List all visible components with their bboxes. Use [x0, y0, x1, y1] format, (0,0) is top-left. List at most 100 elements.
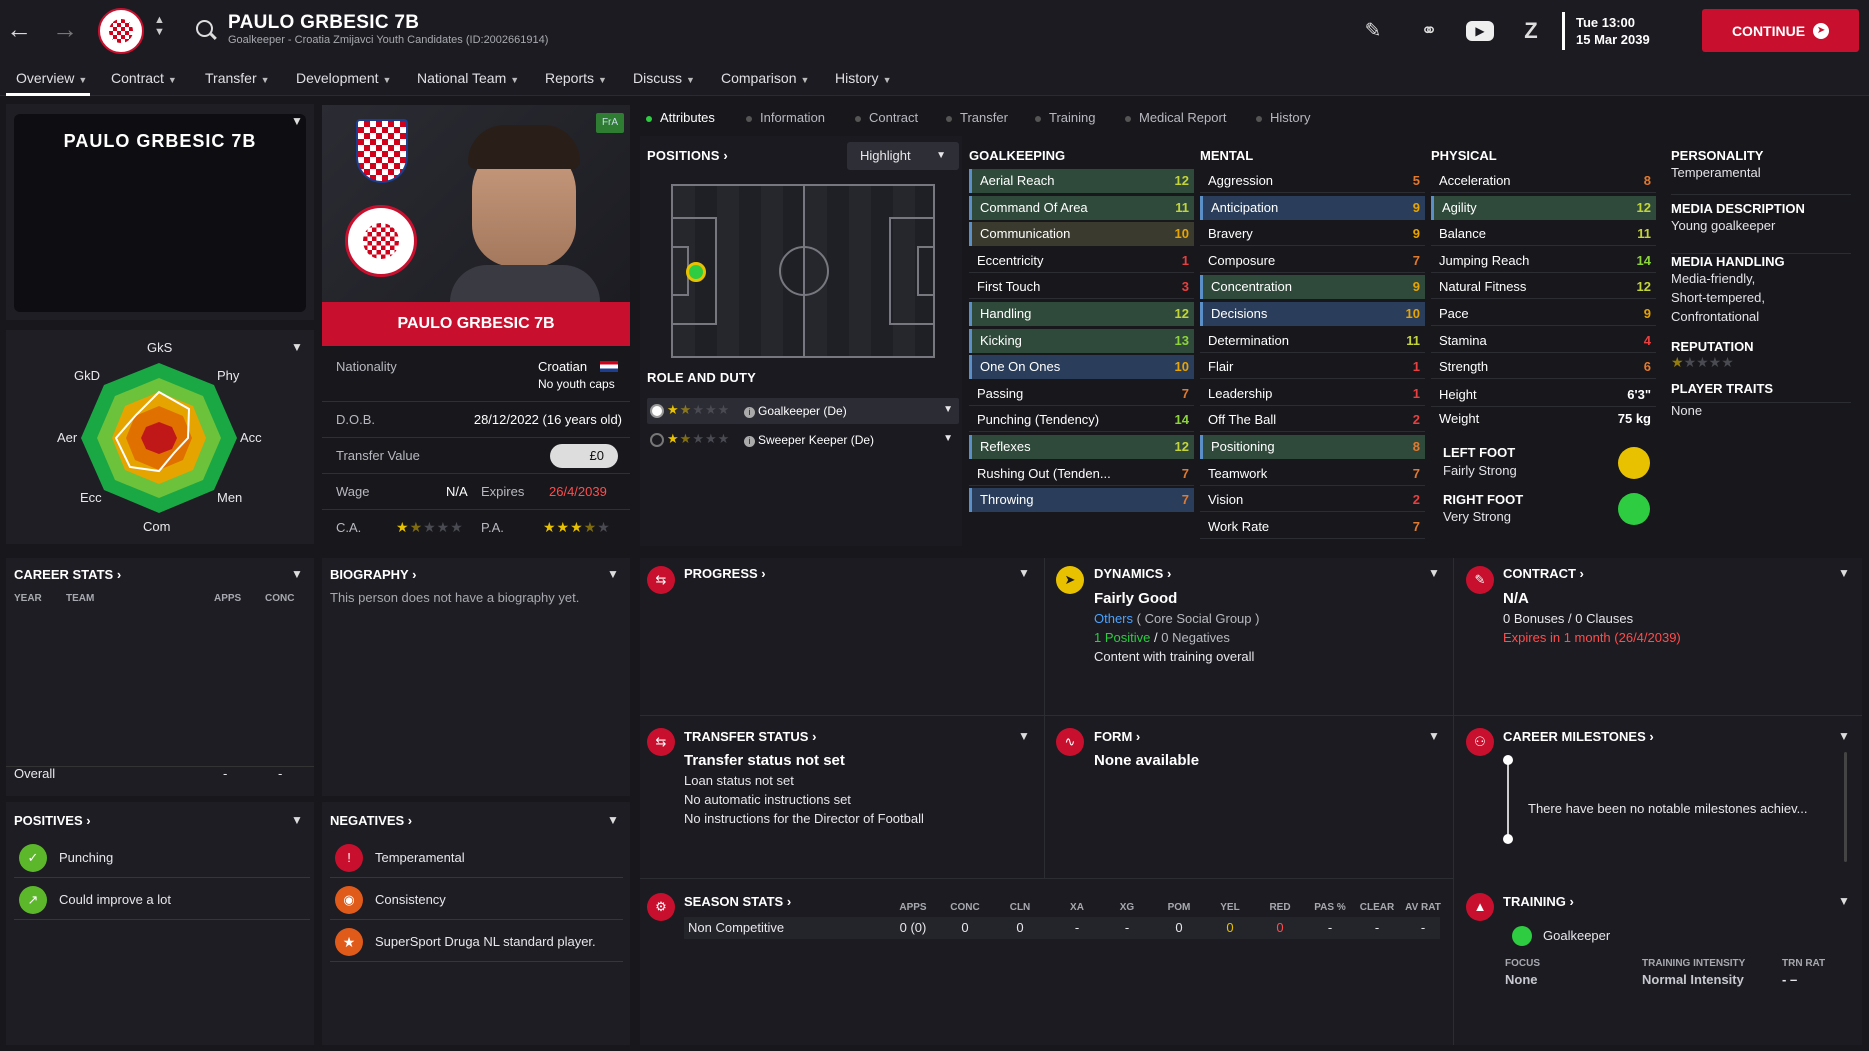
- chevron-down-icon[interactable]: ▼: [1428, 729, 1440, 743]
- menu-comparison[interactable]: Comparison ▼: [721, 70, 809, 86]
- negatives-title[interactable]: NEGATIVES ›: [330, 813, 412, 828]
- chevron-down-icon[interactable]: ▼: [291, 567, 303, 581]
- left-foot-value: Fairly Strong: [1443, 463, 1517, 478]
- physical-attribute-row[interactable]: Acceleration 8: [1431, 169, 1656, 193]
- chevron-down-icon[interactable]: ▼: [1428, 566, 1440, 580]
- mental-attribute-row[interactable]: Determination 11: [1200, 329, 1425, 353]
- goalkeeping-attribute-row[interactable]: Punching (Tendency) 14: [969, 408, 1194, 433]
- physical-attribute-row[interactable]: Stamina 4: [1431, 329, 1656, 353]
- goalkeeping-attribute-row[interactable]: Communication 10: [969, 222, 1194, 247]
- mental-attribute-row[interactable]: Positioning 8: [1200, 435, 1425, 459]
- chevron-down-icon[interactable]: ▼: [1018, 566, 1030, 580]
- chevron-down-icon[interactable]: ▼: [1838, 566, 1850, 580]
- mental-attribute-row[interactable]: Decisions 10: [1200, 302, 1425, 326]
- goalkeeping-attribute-row[interactable]: Throwing 7: [969, 488, 1194, 513]
- role-row-sweeper-keeper[interactable]: ★★★★★ i Sweeper Keeper (De) ▼: [647, 427, 959, 453]
- goalkeeping-attribute-row[interactable]: Handling 12: [969, 302, 1194, 326]
- mental-attribute-row[interactable]: Aggression 5: [1200, 169, 1425, 193]
- club-badge-icon[interactable]: [98, 8, 144, 54]
- search-icon[interactable]: [196, 20, 213, 37]
- chevron-down-icon[interactable]: ▼: [1838, 729, 1850, 743]
- goalkeeping-attribute-row[interactable]: Passing 7: [969, 382, 1194, 406]
- menu-overview[interactable]: Overview ▼: [16, 70, 87, 86]
- menu-discuss[interactable]: Discuss ▼: [633, 70, 695, 86]
- current-ability-stars: ★★★★★: [396, 519, 464, 535]
- goalkeeping-attribute-row[interactable]: Eccentricity 1: [969, 249, 1194, 273]
- back-arrow-icon[interactable]: ←: [6, 16, 32, 42]
- goalkeeping-attribute-row[interactable]: Kicking 13: [969, 328, 1194, 353]
- positives-title[interactable]: POSITIVES ›: [14, 813, 91, 828]
- tab-contract[interactable]: Contract: [855, 110, 918, 125]
- chevron-down-icon[interactable]: ▼: [1838, 894, 1850, 908]
- mental-attribute-row[interactable]: Bravery 9: [1200, 222, 1425, 247]
- mental-attribute-row[interactable]: Work Rate 7: [1200, 515, 1425, 539]
- dynamics-title[interactable]: DYNAMICS ›: [1094, 566, 1171, 581]
- role-row-goalkeeper[interactable]: ★★★★★ i Goalkeeper (De) ▼: [647, 398, 959, 424]
- biography-title[interactable]: BIOGRAPHY ›: [330, 567, 416, 582]
- chevron-down-icon[interactable]: ▼: [607, 813, 619, 827]
- progress-title[interactable]: PROGRESS ›: [684, 566, 766, 581]
- tab-medical-report[interactable]: Medical Report: [1125, 110, 1226, 125]
- menu-contract[interactable]: Contract ▼: [111, 70, 177, 86]
- transfer-value-pill[interactable]: £0: [550, 444, 618, 468]
- career-stats-title[interactable]: CAREER STATS ›: [14, 567, 121, 582]
- mental-attribute-row[interactable]: Teamwork 7: [1200, 462, 1425, 486]
- training-title[interactable]: TRAINING ›: [1503, 894, 1574, 909]
- highlight-dropdown[interactable]: Highlight ▼: [847, 142, 959, 170]
- physical-attribute-row[interactable]: Natural Fitness 12: [1431, 275, 1656, 300]
- forward-arrow-icon[interactable]: →: [52, 16, 78, 42]
- mental-attribute-row[interactable]: Leadership 1: [1200, 382, 1425, 406]
- goalkeeping-attribute-row[interactable]: One On Ones 10: [969, 355, 1194, 380]
- goalkeeping-attribute-row[interactable]: First Touch 3: [969, 275, 1194, 300]
- club-switch-icon[interactable]: ▲ ▼: [154, 14, 165, 38]
- attribute-name: Throwing: [980, 492, 1034, 508]
- menu-development[interactable]: Development ▼: [296, 70, 391, 86]
- attribute-value: 12: [1636, 279, 1651, 295]
- menu-transfer[interactable]: Transfer ▼: [205, 70, 270, 86]
- tab-history[interactable]: History: [1256, 110, 1310, 125]
- menu-reports[interactable]: Reports ▼: [545, 70, 607, 86]
- transfer-status-title[interactable]: TRANSFER STATUS ›: [684, 729, 816, 744]
- menu-history[interactable]: History ▼: [835, 70, 891, 86]
- continue-button[interactable]: CONTINUE ➤: [1702, 9, 1859, 52]
- physical-attribute-row[interactable]: Strength 6: [1431, 355, 1656, 380]
- menu-national-team[interactable]: National Team ▼: [417, 70, 519, 86]
- form-title[interactable]: FORM ›: [1094, 729, 1140, 744]
- tab-training[interactable]: Training: [1035, 110, 1095, 125]
- mental-attribute-row[interactable]: Flair 1: [1200, 355, 1425, 380]
- physical-attribute-row[interactable]: Agility 12: [1431, 195, 1656, 220]
- globe-icon[interactable]: ⚭: [1416, 18, 1442, 44]
- chevron-down-icon[interactable]: ▼: [291, 114, 303, 128]
- goalkeeping-attribute-row[interactable]: Command Of Area 11: [969, 195, 1194, 220]
- expires-value: 26/4/2039: [549, 484, 607, 499]
- mental-attribute-row[interactable]: Vision 2: [1200, 488, 1425, 513]
- fra-badge[interactable]: FrA: [596, 113, 624, 133]
- milestones-scrollbar[interactable]: [1844, 752, 1847, 862]
- season-stats-title[interactable]: SEASON STATS ›: [684, 894, 791, 909]
- physical-attribute-row[interactable]: Jumping Reach 14: [1431, 249, 1656, 273]
- positions-title[interactable]: POSITIONS ›: [647, 148, 728, 163]
- contract-title[interactable]: CONTRACT ›: [1503, 566, 1584, 581]
- edit-pencil-icon[interactable]: ✎: [1360, 18, 1386, 44]
- video-play-icon[interactable]: ▶: [1466, 21, 1494, 41]
- mental-attribute-row[interactable]: Anticipation 9: [1200, 195, 1425, 220]
- goalkeeping-attribute-row[interactable]: Rushing Out (Tenden... 7: [969, 462, 1194, 486]
- physical-attribute-row[interactable]: Balance 11: [1431, 222, 1656, 247]
- position-marker-gk[interactable]: [686, 262, 706, 282]
- tab-transfer[interactable]: Transfer: [946, 110, 1008, 125]
- goalkeeping-attribute-row[interactable]: Aerial Reach 12: [969, 169, 1194, 193]
- mental-attribute-row[interactable]: Concentration 9: [1200, 275, 1425, 300]
- tab-attributes[interactable]: Attributes: [646, 110, 715, 125]
- mental-attribute-row[interactable]: Off The Ball 2: [1200, 408, 1425, 433]
- chevron-down-icon[interactable]: ▼: [291, 813, 303, 827]
- career-milestones-title[interactable]: CAREER MILESTONES ›: [1503, 729, 1654, 744]
- dob-label: D.O.B.: [336, 412, 376, 427]
- chevron-down-icon[interactable]: ▼: [1018, 729, 1030, 743]
- mental-attribute-row[interactable]: Composure 7: [1200, 249, 1425, 273]
- tab-information[interactable]: Information: [746, 110, 825, 125]
- z-logo-icon[interactable]: Z: [1518, 18, 1544, 44]
- physical-attribute-row[interactable]: Pace 9: [1431, 302, 1656, 326]
- goalkeeping-attribute-row[interactable]: Reflexes 12: [969, 435, 1194, 459]
- chevron-down-icon[interactable]: ▼: [607, 567, 619, 581]
- social-group-link[interactable]: Others: [1094, 611, 1133, 626]
